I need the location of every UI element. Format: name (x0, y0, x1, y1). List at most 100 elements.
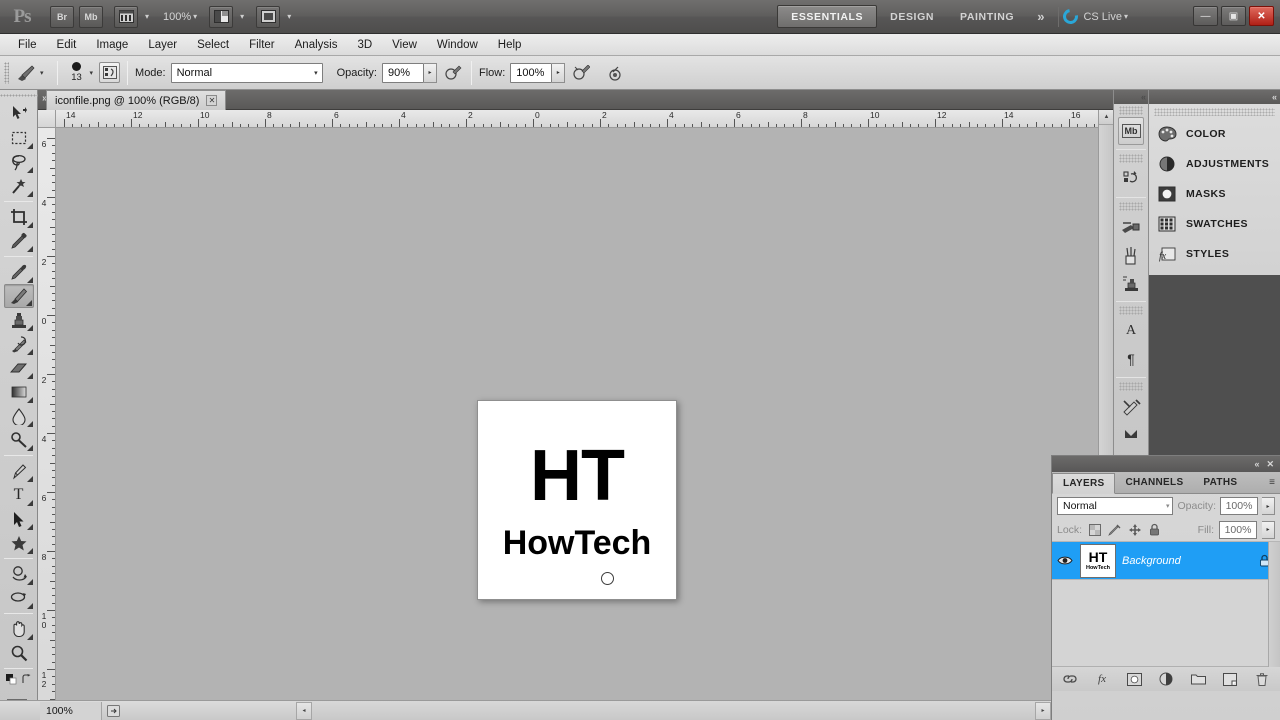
arrange-caret[interactable]: ▾ (240, 12, 244, 21)
panel-button-styles[interactable]: fx STYLES (1149, 239, 1280, 269)
brush-preset-caret[interactable]: ▾ (40, 69, 44, 77)
horizontal-type-tool[interactable]: T (4, 483, 34, 507)
paragraph-icon[interactable]: ¶ (1118, 345, 1144, 373)
magic-wand-tool[interactable] (4, 174, 34, 198)
minimize-button[interactable]: — (1193, 6, 1218, 26)
launch-bridge-button[interactable]: Br (50, 5, 74, 28)
layer-fill-stepper[interactable]: ▸ (1262, 520, 1275, 539)
brush-size-preview[interactable]: 13 (65, 62, 89, 83)
new-layer-button[interactable] (1222, 671, 1238, 687)
menu-view[interactable]: View (382, 35, 427, 55)
brush-presets-icon[interactable] (1118, 241, 1144, 269)
airbrush-icon[interactable] (602, 62, 624, 84)
3d-object-rotate-tool[interactable] (4, 562, 34, 586)
layer-thumbnail[interactable]: HT HowTech (1080, 543, 1116, 578)
hand-tool[interactable] (4, 617, 34, 641)
panel-dock-grip[interactable] (1154, 108, 1275, 116)
actions-icon[interactable] (1118, 393, 1144, 421)
layers-list[interactable]: HT HowTech Background (1052, 542, 1280, 667)
panel-button-adjustments[interactable]: ADJUSTMENTS (1149, 149, 1280, 179)
tools-panel-grip[interactable] (0, 90, 38, 102)
blur-tool[interactable] (4, 404, 34, 428)
table-row[interactable]: HT HowTech Background (1052, 542, 1280, 580)
menu-filter[interactable]: Filter (239, 35, 285, 55)
tool-presets-icon[interactable] (1118, 213, 1144, 241)
lasso-tool[interactable] (4, 150, 34, 174)
menu-edit[interactable]: Edit (47, 35, 87, 55)
opacity-input[interactable]: 90% (381, 62, 424, 83)
layer-blend-mode-select[interactable]: Normal ▾ (1057, 497, 1174, 515)
icon-dock-grip[interactable] (1119, 106, 1143, 115)
workspace-tab-design[interactable]: DESIGN (877, 5, 947, 28)
workspace-tab-painting[interactable]: PAINTING (947, 5, 1027, 28)
horizontal-scrollbar[interactable]: ◂ ▸ (296, 700, 1051, 720)
canvas-area[interactable]: HT HowTech (56, 128, 1113, 700)
move-tool[interactable] (4, 102, 34, 126)
path-selection-tool[interactable] (4, 507, 34, 531)
menu-file[interactable]: File (8, 35, 47, 55)
close-button[interactable]: ✕ (1249, 6, 1274, 26)
eyedropper-tool[interactable] (4, 229, 34, 253)
zoom-caret[interactable]: ▾ (193, 12, 197, 21)
flow-input[interactable]: 100% (510, 62, 553, 83)
icon-dock-collapse-button[interactable]: « (1114, 90, 1148, 104)
brush-picker-caret[interactable]: ▾ (90, 69, 94, 77)
panel-dock-collapse-button[interactable]: « (1149, 90, 1280, 104)
view-extras-icon[interactable] (114, 5, 138, 28)
status-zoom-field[interactable]: 100% (40, 701, 102, 720)
menu-analysis[interactable]: Analysis (285, 35, 348, 55)
mini-bridge-icon[interactable]: Mb (1118, 117, 1144, 145)
layers-collapse-icon[interactable]: « (1254, 459, 1259, 469)
close-icon[interactable]: ✕ (206, 95, 218, 106)
lock-transparent-pixels-icon[interactable] (1087, 522, 1102, 537)
brush-panel-toggle-icon[interactable] (99, 62, 121, 83)
gradient-tool[interactable] (4, 380, 34, 404)
launch-mini-bridge-button[interactable]: Mb (79, 5, 103, 28)
vertical-ruler[interactable]: 6 4 2 0 2 4 6 8 1 0 1 2 (38, 128, 56, 700)
layer-opacity-value[interactable]: 100% (1220, 497, 1258, 515)
menu-3d[interactable]: 3D (347, 35, 382, 55)
brush-tool[interactable] (3, 284, 34, 308)
panel-button-color[interactable]: COLOR (1149, 119, 1280, 149)
cs-live-button[interactable]: CS Live ▾ (1060, 6, 1134, 27)
scroll-left-arrow[interactable]: ◂ (296, 701, 312, 720)
ruler-corner[interactable] (38, 110, 56, 128)
tablet-pressure-size-icon[interactable] (571, 62, 592, 83)
image-canvas[interactable]: HT HowTech (477, 400, 677, 600)
layer-mask-button[interactable] (1126, 671, 1142, 687)
lock-position-icon[interactable] (1127, 522, 1142, 537)
screen-mode-caret[interactable]: ▾ (287, 12, 291, 21)
spot-healing-brush-tool[interactable] (4, 260, 34, 284)
icon-dock-grip[interactable] (1119, 382, 1143, 391)
options-bar-grip[interactable] (4, 61, 9, 84)
workspace-tab-essentials[interactable]: ESSENTIALS (777, 5, 878, 28)
horizontal-ruler[interactable]: 141210864202468101214161820 (56, 110, 1113, 128)
tab-paths[interactable]: PATHS (1193, 472, 1247, 493)
layer-opacity-stepper[interactable]: ▸ (1262, 497, 1275, 515)
layers-panel-menu-icon[interactable]: ≡ (1269, 477, 1275, 488)
rectangular-marquee-tool[interactable] (4, 126, 34, 150)
layers-close-icon[interactable]: ✕ (1266, 459, 1273, 470)
link-layers-button[interactable] (1062, 671, 1078, 687)
tablet-pressure-opacity-icon[interactable] (443, 62, 464, 83)
document-tab[interactable]: iconfile.png @ 100% (RGB/8) ✕ (46, 90, 227, 110)
more-workspaces-icon[interactable]: » (1027, 9, 1054, 24)
clone-source-icon[interactable] (1118, 269, 1144, 297)
3d-camera-rotate-tool[interactable] (4, 586, 34, 610)
status-arrow-icon[interactable] (102, 704, 124, 717)
notes-icon[interactable] (1118, 421, 1144, 449)
history-icon[interactable] (1118, 165, 1144, 193)
menu-layer[interactable]: Layer (138, 35, 187, 55)
panel-button-masks[interactable]: MASKS (1149, 179, 1280, 209)
restore-button[interactable]: ▣ (1221, 6, 1246, 26)
scroll-up-arrow[interactable]: ▲ (1099, 110, 1114, 125)
layers-list-scrollbar[interactable] (1268, 542, 1280, 667)
new-group-button[interactable] (1190, 671, 1206, 687)
panel-button-swatches[interactable]: SWATCHES (1149, 209, 1280, 239)
clone-stamp-tool[interactable] (4, 308, 34, 332)
menu-help[interactable]: Help (488, 35, 532, 55)
eye-icon[interactable] (1056, 552, 1074, 570)
icon-dock-grip[interactable] (1119, 202, 1143, 211)
delete-layer-button[interactable] (1254, 671, 1270, 687)
blend-mode-select[interactable]: Normal ▾ (170, 62, 323, 83)
